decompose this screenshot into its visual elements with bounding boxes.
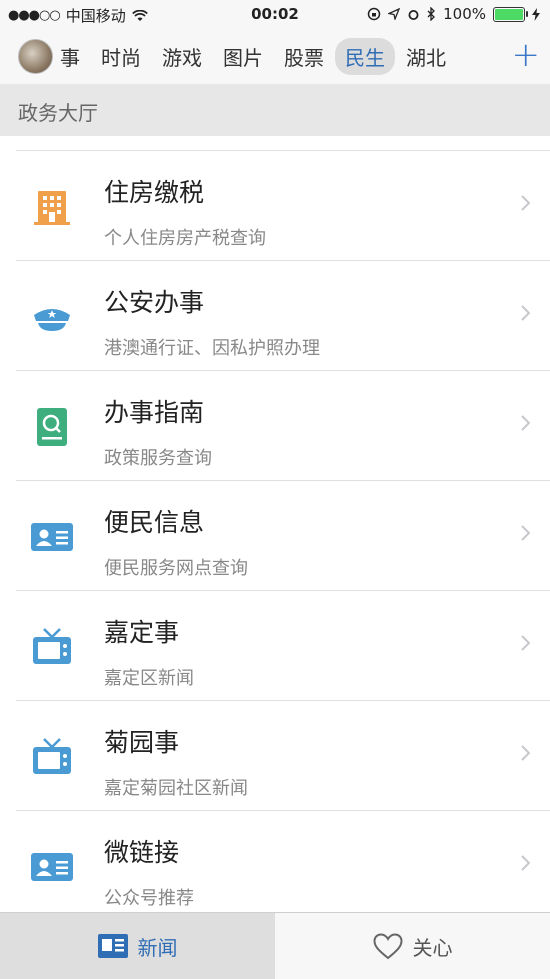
- tab-care-label: 关心: [412, 935, 453, 960]
- heart-icon: [372, 932, 403, 959]
- newspaper-icon: [97, 934, 128, 958]
- id-card-icon: [31, 853, 73, 881]
- service-subtitle: 便民服务网点查询: [104, 558, 248, 579]
- service-title: 办事指南: [104, 398, 205, 427]
- charging-bolt-icon: [532, 7, 540, 21]
- tab-channel-6[interactable]: 湖北: [396, 38, 456, 75]
- tab-news[interactable]: 新闻: [0, 913, 275, 979]
- chevron-right-icon: [521, 855, 530, 871]
- channel-tabs: 事 时尚 游戏 图片 股票 民生 湖北: [56, 28, 457, 84]
- chevron-right-icon: [521, 415, 530, 431]
- chevron-right-icon: [521, 195, 530, 211]
- tab-channel-0[interactable]: 事: [56, 38, 90, 75]
- tv-icon: [33, 628, 71, 664]
- service-row-micro-link[interactable]: 微链接 公众号推荐: [0, 811, 550, 921]
- section-header: 政务大厅: [0, 84, 550, 136]
- tab-channel-1[interactable]: 时尚: [91, 38, 151, 75]
- search-document-icon: [37, 408, 67, 446]
- add-channel-button[interactable]: +: [512, 32, 541, 78]
- tab-channel-4[interactable]: 股票: [274, 38, 334, 75]
- status-bar: ●●●○○ 中国移动 00:02 100%: [0, 0, 550, 28]
- tab-care[interactable]: 关心: [275, 913, 550, 979]
- chevron-right-icon: [521, 525, 530, 541]
- tab-channel-2[interactable]: 游戏: [152, 38, 212, 75]
- service-row-police[interactable]: 公安办事 港澳通行证、因私护照办理: [0, 261, 550, 371]
- service-subtitle: 公众号推荐: [104, 888, 194, 909]
- service-subtitle: 港澳通行证、因私护照办理: [104, 338, 320, 359]
- alarm-icon: [408, 9, 419, 20]
- service-title: 菊园事: [104, 728, 180, 757]
- bottom-tab-bar: 新闻 关心: [0, 912, 550, 979]
- chevron-right-icon: [521, 745, 530, 761]
- chevron-right-icon: [521, 635, 530, 651]
- avatar[interactable]: [18, 39, 53, 74]
- chevron-right-icon: [521, 305, 530, 321]
- service-title: 微链接: [104, 838, 180, 867]
- service-row-housing-tax[interactable]: 住房缴税 个人住房房产税查询: [0, 151, 550, 261]
- bluetooth-icon: [427, 7, 436, 21]
- police-cap-icon: [34, 309, 70, 331]
- battery-percent: 100%: [443, 5, 486, 23]
- battery-icon: [493, 6, 528, 22]
- tab-channel-5-active[interactable]: 民生: [335, 37, 395, 75]
- tab-channel-3[interactable]: 图片: [213, 38, 273, 75]
- service-title: 公安办事: [104, 288, 205, 317]
- service-title: 住房缴税: [104, 178, 205, 207]
- service-row-public-info[interactable]: 便民信息 便民服务网点查询: [0, 481, 550, 591]
- service-subtitle: 政策服务查询: [104, 448, 212, 469]
- service-title: 嘉定事: [104, 618, 180, 647]
- service-subtitle: 嘉定区新闻: [104, 668, 194, 689]
- service-row-guide[interactable]: 办事指南 政策服务查询: [0, 371, 550, 481]
- service-subtitle: 个人住房房产税查询: [104, 228, 266, 249]
- service-row-jiading[interactable]: 嘉定事 嘉定区新闻: [0, 591, 550, 701]
- rotation-lock-icon: [367, 7, 381, 21]
- id-card-icon: [31, 523, 73, 551]
- building-icon: [34, 191, 70, 225]
- channel-bar: 事 时尚 游戏 图片 股票 民生 湖北 +: [0, 28, 550, 84]
- location-arrow-icon: [388, 8, 401, 20]
- section-title: 政务大厅: [18, 101, 98, 125]
- tab-news-label: 新闻: [137, 935, 178, 960]
- service-row-juyuan[interactable]: 菊园事 嘉定菊园社区新闻: [0, 701, 550, 811]
- tv-icon: [33, 738, 71, 774]
- service-title: 便民信息: [104, 508, 205, 537]
- service-subtitle: 嘉定菊园社区新闻: [104, 778, 248, 799]
